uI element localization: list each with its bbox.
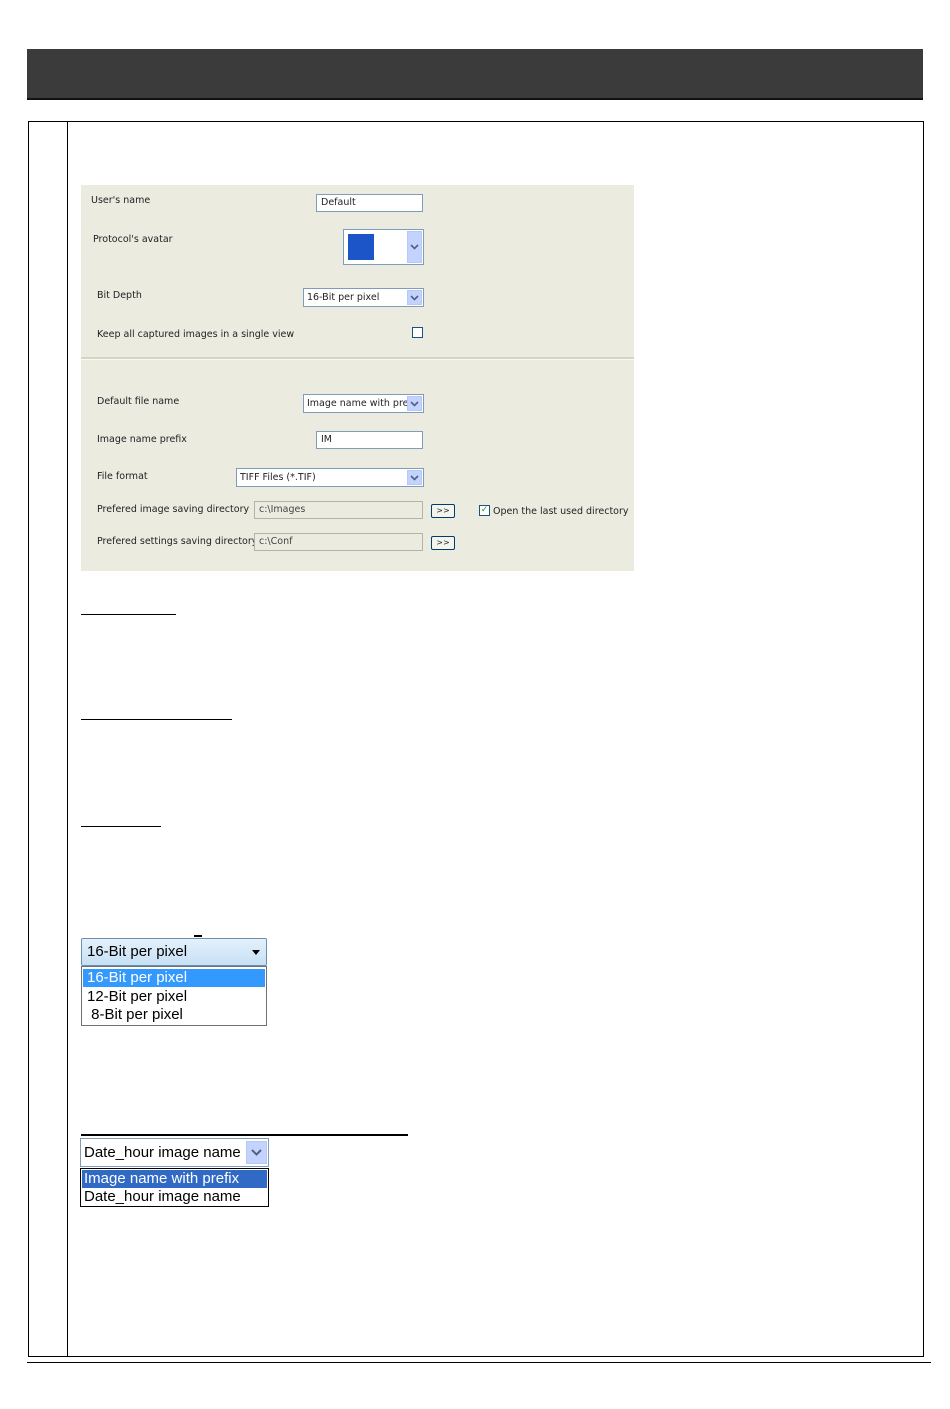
chevron-down-icon[interactable] — [246, 1141, 267, 1164]
file-name-options-list: Image name with prefix Date_hour image n… — [80, 1168, 269, 1207]
chevron-down-icon[interactable] — [407, 396, 422, 411]
file-format-select[interactable]: TIFF Files (*.TIF) — [236, 468, 424, 487]
image-prefix-input[interactable]: IM — [316, 431, 423, 449]
keep-images-label: Keep all captured images in a single vie… — [97, 329, 295, 340]
file-name-dropdown-value: Date_hour image name — [84, 1144, 241, 1161]
open-last-dir-checkbox[interactable]: ✓ — [479, 505, 490, 516]
footer-rule — [27, 1362, 931, 1363]
default-file-name-value: Image name with prefix — [307, 398, 421, 409]
section-heading-underline — [81, 719, 232, 720]
bit-depth-option[interactable]: 8-Bit per pixel — [83, 1006, 265, 1024]
bit-depth-option[interactable]: 12-Bit per pixel — [83, 988, 265, 1006]
image-prefix-label: Image name prefix — [97, 434, 187, 445]
section-heading-underline — [81, 1134, 408, 1136]
bit-depth-options-list: 16-Bit per pixel 12-Bit per pixel 8-Bit … — [81, 966, 267, 1026]
section-heading-underline — [81, 614, 176, 615]
bit-depth-select[interactable]: 16-Bit per pixel — [303, 288, 424, 307]
caret-down-icon[interactable] — [252, 950, 260, 955]
document-header-bar — [27, 49, 923, 100]
default-file-name-select[interactable]: Image name with prefix — [303, 394, 424, 413]
file-name-dropdown[interactable]: Date_hour image name — [80, 1138, 269, 1167]
file-name-option[interactable]: Image name with prefix — [82, 1170, 267, 1188]
file-format-label: File format — [97, 471, 148, 482]
image-dir-label: Prefered image saving directory — [97, 504, 250, 515]
heading-fragment-mark — [194, 935, 202, 937]
chevron-down-icon[interactable] — [407, 231, 422, 263]
bit-depth-option[interactable]: 16-Bit per pixel — [83, 969, 265, 987]
bit-depth-dropdown-value: 16-Bit per pixel — [87, 943, 188, 960]
panel-divider — [81, 357, 634, 360]
bit-depth-value: 16-Bit per pixel — [307, 292, 380, 303]
browse-settings-dir-button[interactable]: >> — [431, 536, 455, 550]
users-name-label: User's name — [91, 195, 151, 206]
image-dir-input[interactable]: c:\Images — [254, 501, 423, 519]
file-format-value: TIFF Files (*.TIF) — [240, 472, 316, 483]
file-name-option[interactable]: Date_hour image name — [82, 1188, 267, 1206]
keep-images-checkbox[interactable] — [412, 327, 423, 338]
chevron-down-icon[interactable] — [407, 290, 422, 305]
margin-column-rule — [67, 121, 68, 1357]
avatar-picker[interactable] — [343, 229, 424, 265]
bit-depth-label: Bit Depth — [97, 290, 142, 301]
section-heading-underline — [81, 826, 161, 827]
default-file-name-label: Default file name — [97, 396, 180, 407]
settings-dir-label: Prefered settings saving directory — [97, 536, 258, 547]
browse-image-dir-button[interactable]: >> — [431, 504, 455, 518]
settings-dir-input[interactable]: c:\Conf — [254, 533, 423, 551]
users-name-input[interactable]: Default — [316, 194, 423, 212]
bit-depth-dropdown[interactable]: 16-Bit per pixel — [81, 938, 267, 966]
chevron-down-icon[interactable] — [407, 470, 422, 485]
avatar-color-swatch — [348, 234, 374, 260]
avatar-label: Protocol's avatar — [93, 234, 173, 245]
open-last-dir-label: Open the last used directory — [493, 506, 629, 517]
